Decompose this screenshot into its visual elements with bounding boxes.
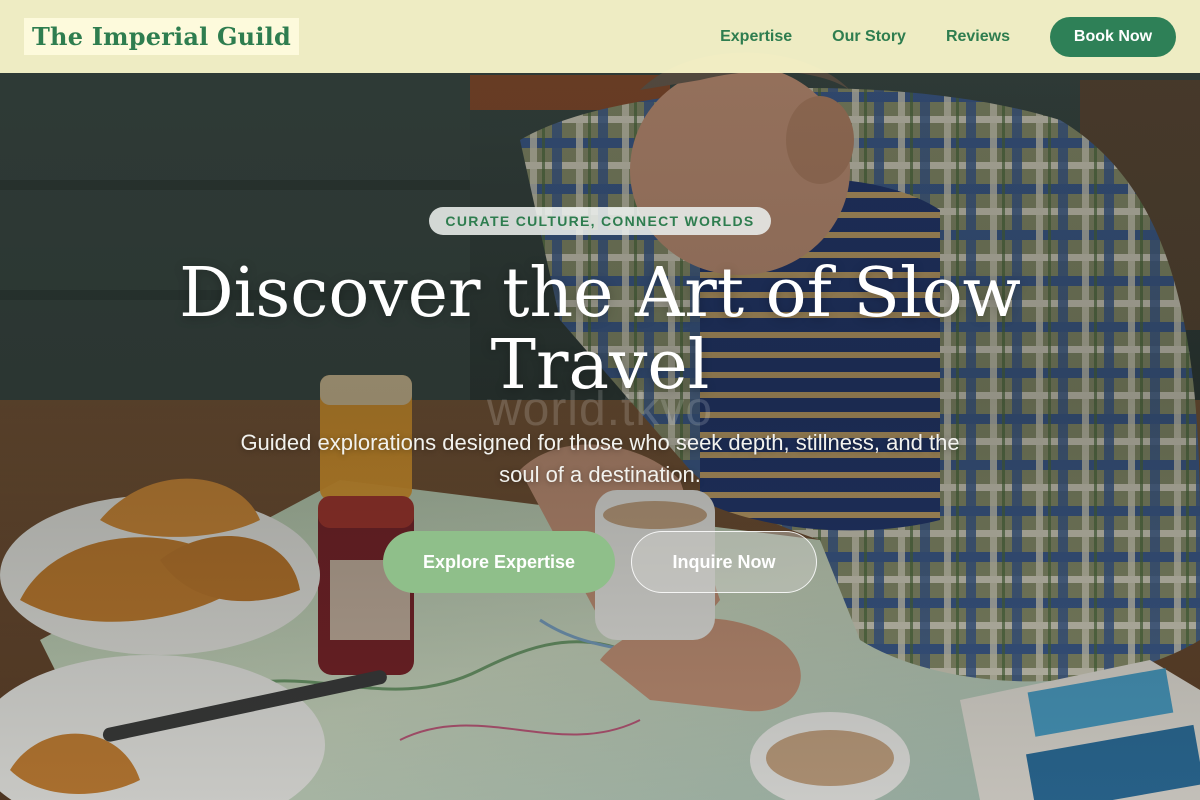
hero-headline-line-1: Discover the Art of Slow <box>179 254 1021 333</box>
inquire-now-button[interactable]: Inquire Now <box>631 531 817 593</box>
nav-link-our-story[interactable]: Our Story <box>832 28 906 46</box>
book-now-button[interactable]: Book Now <box>1050 16 1176 57</box>
nav-link-reviews[interactable]: Reviews <box>946 28 1010 46</box>
hero-subtitle-line-1: Guided explorations designed for those w… <box>240 430 960 455</box>
nav-link-expertise[interactable]: Expertise <box>720 28 792 46</box>
hero-subtitle-line-2: soul of a destination. <box>499 462 701 487</box>
brand-logo[interactable]: The Imperial Guild <box>24 18 299 55</box>
explore-expertise-button[interactable]: Explore Expertise <box>383 531 615 593</box>
hero-content: CURATE CULTURE, CONNECT WORLDS Discover … <box>0 0 1200 800</box>
main-nav: Expertise Our Story Reviews Book Now <box>720 16 1176 57</box>
hero-headline: Discover the Art of Slow Travel <box>150 258 1050 402</box>
site-header: The Imperial Guild Expertise Our Story R… <box>0 0 1200 73</box>
hero-tagline-badge: CURATE CULTURE, CONNECT WORLDS <box>429 207 771 235</box>
hero-subtitle: Guided explorations designed for those w… <box>170 427 1030 491</box>
